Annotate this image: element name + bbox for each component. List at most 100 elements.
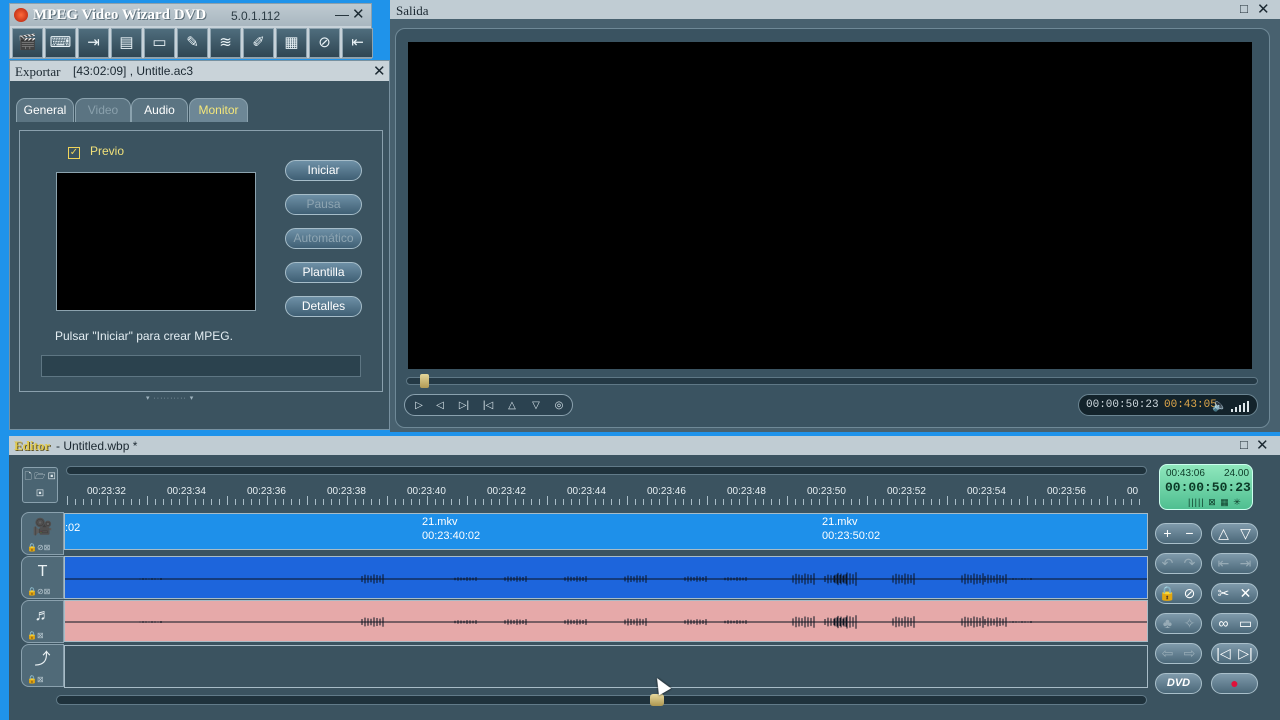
app-version: 5.0.1.112 (231, 9, 281, 23)
audio-track-header[interactable]: ♬ 🔒⊠ (21, 600, 64, 643)
play-button[interactable]: ▷ (410, 398, 428, 413)
video-lane[interactable]: :02 21.mkv 00:23:40:02 21.mkv 00:23:50:0… (64, 513, 1148, 550)
output-maximize-button[interactable]: □ (1240, 1, 1248, 16)
track-lock-icons[interactable]: 🔒⊠ (27, 631, 44, 640)
export-panel: Exportar [43:02:09] , Untitle.ac3 ✕ Gene… (9, 60, 390, 430)
seek-bar[interactable] (406, 377, 1258, 385)
editor-tool-button[interactable]: |◁ ▷| (1211, 643, 1258, 664)
panel-resize-grip[interactable]: ▾ ·········· ▾ (146, 394, 250, 402)
ruler-tick (323, 499, 324, 505)
start-button[interactable]: Iniciar (285, 160, 362, 181)
ruler-tick (1075, 499, 1076, 505)
ruler-tick (347, 496, 348, 505)
project-file-tools[interactable]: 🗋 🗁 ▣ ▣ (22, 467, 58, 503)
go-start-button[interactable]: |◁ (479, 398, 497, 413)
ruler-tick (587, 496, 588, 505)
import-icon[interactable]: ⇥ (78, 28, 109, 58)
export-icon[interactable]: ⇤ (342, 28, 373, 58)
go-end-button[interactable]: ▷| (455, 398, 473, 413)
timeline-ruler[interactable]: 00:23:32 00:23:34 00:23:36 00:23:38 00:23:40… (65, 480, 1148, 506)
effects-icon[interactable]: ✐ (243, 28, 274, 58)
clip-label[interactable]: 21.mkv 00:23:40:02 (422, 515, 480, 543)
volume-level-icon[interactable] (1230, 401, 1252, 412)
timeline-scrollbar[interactable] (56, 695, 1147, 705)
track-lock-icons[interactable]: 🔒⊠ (27, 675, 44, 684)
ruler-tick (987, 496, 988, 505)
ruler-tick (403, 499, 404, 505)
clip-label[interactable]: :02 (65, 521, 80, 535)
ruler-tick (1115, 499, 1116, 505)
ruler-tick (811, 499, 812, 505)
ruler-tick (699, 499, 700, 505)
current-time: 00:00:50:23 (1086, 399, 1159, 411)
ruler-tick (259, 499, 260, 505)
ruler-tick (299, 499, 300, 505)
screen-icon[interactable]: ▤ (111, 28, 142, 58)
layout-icon[interactable]: ▦ (276, 28, 307, 58)
ruler-tick (835, 499, 836, 505)
export-close-button[interactable]: ✕ (373, 62, 386, 80)
edit-icon[interactable]: ✎ (177, 28, 208, 58)
timeline-scroll-thumb[interactable] (650, 694, 664, 706)
track-lock-icons[interactable]: 🔒⊘⊠ (27, 587, 50, 596)
editor-tool-button[interactable]: △ ▽ (1211, 523, 1258, 544)
ruler-tick (179, 499, 180, 505)
preview-label: Previo (90, 144, 125, 158)
editor-tool-button[interactable]: + − (1155, 523, 1202, 544)
effects-lane[interactable] (64, 645, 1148, 688)
dvd-icon[interactable]: ≋ (210, 28, 241, 58)
ruler-tick (915, 499, 916, 505)
title-track-header[interactable]: T 🔒⊘⊠ (21, 556, 64, 599)
editor-tool-button[interactable]: DVD (1155, 673, 1202, 694)
preview-checkbox[interactable]: ✓ (68, 147, 80, 159)
details-button[interactable]: Detalles (285, 296, 362, 317)
editor-tool-button[interactable]: ∞ ▭ (1211, 613, 1258, 634)
ruler-tick (395, 499, 396, 505)
ruler-tick (107, 496, 108, 505)
output-panel: Salida □ ✕ ▷ ◁ ▷| |◁ △ ▽ ◎ 00:00:50:23 0… (390, 0, 1280, 432)
track-lock-icons[interactable]: 🔒⊘⊠ (27, 543, 50, 552)
editor-close-button[interactable]: ✕ (1256, 436, 1269, 454)
ruler-tick (531, 499, 532, 505)
audio-lane-2[interactable] (64, 600, 1148, 642)
editor-maximize-button[interactable]: □ (1240, 437, 1248, 452)
clip-timecode: 00:23:40:02 (422, 530, 481, 542)
ruler-tick (539, 499, 540, 505)
clip-label[interactable]: 21.mkv 00:23:50:02 (822, 515, 880, 543)
output-close-button[interactable]: ✕ (1257, 0, 1270, 18)
effect-track-header[interactable]: ⤴ 🔒⊠ (21, 644, 64, 687)
tab-general[interactable]: General (16, 98, 74, 122)
ruler-tick (963, 499, 964, 505)
speaker-icon[interactable]: 🔈 (1212, 398, 1227, 412)
ruler-tick (851, 499, 852, 505)
seek-thumb[interactable] (420, 374, 429, 388)
tab-monitor[interactable]: Monitor (189, 98, 248, 122)
keyboard-icon[interactable]: ⌨ (45, 28, 76, 58)
tool-glyph: ▷| (1238, 645, 1253, 661)
app-close-button[interactable]: ✕ (352, 5, 365, 23)
editor-tool-button[interactable]: 🔒 ⊘ (1155, 583, 1202, 604)
ruler-tick (1139, 499, 1140, 505)
minimize-button[interactable]: — (335, 6, 349, 22)
ruler-tick (307, 496, 308, 505)
cd-icon[interactable]: ▭ (144, 28, 175, 58)
clip-name: 21.mkv (822, 516, 858, 528)
ruler-tick (603, 499, 604, 505)
tool-glyph: ▭ (1238, 615, 1253, 631)
template-button[interactable]: Plantilla (285, 262, 362, 283)
video-track-header[interactable]: 🎥 🔒⊘⊠ (21, 512, 64, 555)
ruler-tick (683, 499, 684, 505)
disc-icon[interactable]: ⊘ (309, 28, 340, 58)
audio-lane-1[interactable] (64, 556, 1148, 599)
step-back-button[interactable]: ◁ (431, 398, 449, 413)
ruler-tick (1131, 499, 1132, 505)
timeline-overview-bar[interactable] (66, 466, 1147, 475)
mark-in-button[interactable]: △ (503, 398, 521, 413)
snapshot-button[interactable]: ◎ (550, 398, 568, 413)
tab-audio[interactable]: Audio (131, 98, 188, 122)
editor-tool-button[interactable]: ✂ ✕ (1211, 583, 1258, 604)
clapper-icon[interactable]: 🎬 (12, 28, 43, 58)
transport-controls: ▷ ◁ ▷| |◁ △ ▽ ◎ (404, 394, 573, 416)
mark-out-button[interactable]: ▽ (527, 398, 545, 413)
editor-tool-button[interactable]: ● (1211, 673, 1258, 694)
